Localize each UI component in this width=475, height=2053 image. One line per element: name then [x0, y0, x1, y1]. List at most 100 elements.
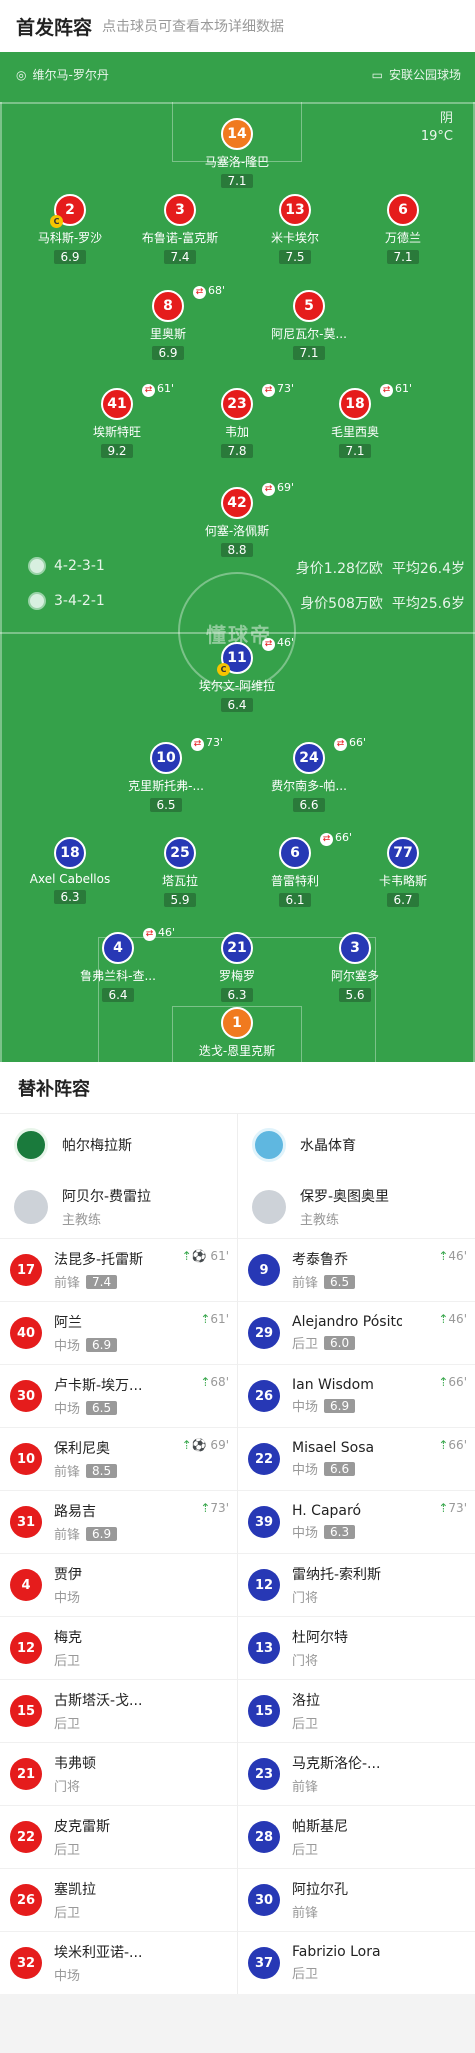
player-name: 卡韦略斯 [378, 874, 427, 888]
sub-name: 塞凯拉 [54, 1882, 96, 1898]
sub-name: 法昆多-托雷斯 [54, 1252, 144, 1268]
player-away-5[interactable]: 6 ⇄ 66' 普雷特利 6.1 [240, 831, 352, 908]
sub-player-row[interactable]: 4 贾伊 中场 [0, 1553, 237, 1616]
player-name: 阿尔塞多 [330, 969, 379, 983]
player-away-7[interactable]: 4 ⇄ 46' 鲁弗兰科-查... 6.4 [63, 926, 175, 1003]
home-coach: 阿贝尔-费雷拉 [62, 1189, 152, 1205]
player-away-1[interactable]: 10 ⇄ 73' 克里斯托弗-... 6.5 [111, 736, 223, 813]
sub-player-row[interactable]: 37 Fabrizio Lora 后卫 [238, 1931, 475, 1994]
away-value-row: 身价508万欧 平均25.6岁 [300, 593, 465, 613]
sub-player-row[interactable]: 40 阿兰 中场 6.9 ⇡61' [0, 1301, 237, 1364]
player-home-7[interactable]: 41 ⇄ 61' 埃斯特旺 9.2 [62, 382, 174, 459]
home-coach-info: ◎ 维尔马-罗尔丹 [16, 66, 109, 83]
sub-player-row[interactable]: 30 阿拉尔孔 前锋 [238, 1868, 475, 1931]
stadium-info: ▭ 安联公园球场 [372, 66, 461, 83]
player-home-5[interactable]: 8 ⇄ 68' 里奥斯 6.9 [113, 284, 225, 361]
sub-out-icon: ⇄ [380, 384, 393, 397]
sub-player-row[interactable]: 31 路易吉 前锋 6.9 ⇡73' [0, 1490, 237, 1553]
sub-rating: 6.5 [86, 1400, 118, 1415]
away-coach-row[interactable]: 保罗-奥图奥里 主教练 [238, 1176, 475, 1238]
sub-player-row[interactable]: 12 梅克 后卫 [0, 1616, 237, 1679]
sub-player-row[interactable]: 29 Alejandro Pósito 后卫 6.0 ⇡46' [238, 1301, 475, 1364]
sub-number-badge: 40 [10, 1317, 42, 1349]
player-name: 韦加 [224, 425, 249, 439]
player-rating: 8.8 [221, 543, 253, 557]
substitution-marker: ⇄ 73' [191, 736, 223, 751]
home-team-row[interactable]: 帕尔梅拉斯 [0, 1114, 237, 1176]
sub-number-badge: 15 [248, 1695, 280, 1727]
sub-event: ⇡61' [200, 1312, 229, 1326]
player-home-9[interactable]: 18 ⇄ 61' 毛里西奥 7.1 [300, 382, 412, 459]
sub-in-minute: 73' [210, 1501, 229, 1515]
substitution-marker: ⇄ 46' [143, 926, 175, 941]
player-away-2[interactable]: 24 ⇄ 66' 费尔南多-帕... 6.6 [254, 736, 366, 813]
sub-player-row[interactable]: 23 马克斯洛伦-... 前锋 [238, 1742, 475, 1805]
sub-position: 后卫 [54, 1843, 81, 1858]
sub-player-row[interactable]: 30 卢卡斯-埃万... 中场 6.5 ⇡68' [0, 1364, 237, 1427]
sub-rating: 6.5 [324, 1274, 356, 1289]
player-home-3[interactable]: 13 米卡埃尔 7.5 [240, 194, 350, 265]
sub-player-row[interactable]: 12 雷纳托-索利斯 门将 [238, 1553, 475, 1616]
player-number-badge: 25 [164, 837, 196, 869]
away-coach: 保罗-奥图奥里 [300, 1189, 390, 1205]
sub-player-row[interactable]: 26 塞凯拉 后卫 [0, 1868, 237, 1931]
sub-number-badge: 10 [10, 1443, 42, 1475]
sub-in-minute: ⚽ 61' [191, 1249, 229, 1263]
player-away-4[interactable]: 25 塔瓦拉 5.9 [125, 837, 235, 908]
sub-player-row[interactable]: 9 考泰鲁乔 前锋 6.5 ⇡46' [238, 1238, 475, 1301]
player-home-1[interactable]: 2 C 马科斯-罗沙 6.9 [15, 194, 125, 265]
player-number-badge: 1 [221, 1007, 253, 1039]
sub-player-row[interactable]: 15 洛拉 后卫 [238, 1679, 475, 1742]
sub-position: 前锋 [292, 1906, 319, 1921]
player-home-2[interactable]: 3 布鲁诺-富克斯 7.4 [125, 194, 235, 265]
away-team-row[interactable]: 水晶体育 [238, 1114, 475, 1176]
sub-out-icon: ⇄ [334, 738, 347, 751]
player-away-0[interactable]: 11 C ⇄ 46' 埃尔文-阿维拉 6.4 [182, 636, 294, 713]
player-name: 何塞-洛佩斯 [204, 524, 270, 538]
sub-player-row[interactable]: 22 皮克雷斯 后卫 [0, 1805, 237, 1868]
coach-avatar [252, 1190, 286, 1224]
sub-player-row[interactable]: 15 古斯塔沃-戈... 后卫 [0, 1679, 237, 1742]
sub-player-row[interactable]: 28 帕斯基尼 后卫 [238, 1805, 475, 1868]
player-away-10[interactable]: 1迭戈-恩里克斯7.0 [182, 1007, 292, 1062]
player-rating: 7.1 [293, 346, 325, 360]
substitution-marker: ⇄ 73' [262, 382, 294, 397]
player-number-badge: 14 [221, 118, 253, 150]
away-team-icon [28, 592, 46, 610]
sub-in-icon: ⇡ [438, 1249, 449, 1263]
lineup-header: 首发阵容 点击球员可查看本场详细数据 [0, 0, 475, 52]
sub-player-row[interactable]: 10 保利尼奥 前锋 8.5 ⇡⚽ 69' [0, 1427, 237, 1490]
pitch: 懂球帝 ◎ 维尔马-罗尔丹 ▭ 安联公园球场 阴 19°C 4-2-3-1 身价… [0, 52, 475, 1062]
home-coach-row[interactable]: 阿贝尔-费雷拉 主教练 [0, 1176, 237, 1238]
sub-player-row[interactable]: 13 杜阿尔特 门将 [238, 1616, 475, 1679]
sub-player-row[interactable]: 21 韦弗顿 门将 [0, 1742, 237, 1805]
player-away-3[interactable]: 18 Axel Cabellos 6.3 [15, 837, 125, 905]
player-home-4[interactable]: 6 万德兰 7.1 [348, 194, 458, 265]
player-away-8[interactable]: 21 罗梅罗 6.3 [182, 932, 292, 1003]
player-away-9[interactable]: 3 阿尔塞多 5.6 [300, 932, 410, 1003]
substitution-marker: ⇄ 61' [380, 382, 412, 397]
player-number-badge: 18 [339, 388, 371, 420]
player-home-10[interactable]: 42 ⇄ 69' 何塞-洛佩斯 8.8 [182, 481, 294, 558]
sub-player-row[interactable]: 17 法昆多-托雷斯 前锋 7.4 ⇡⚽ 61' [0, 1238, 237, 1301]
sub-player-row[interactable]: 39 H. Caparó 中场 6.3 ⇡73' [238, 1490, 475, 1553]
sub-rating: 7.4 [86, 1274, 118, 1289]
sub-number-badge: 26 [10, 1884, 42, 1916]
player-away-6[interactable]: 77 卡韦略斯 6.7 [348, 837, 458, 908]
player-home-6[interactable]: 5 阿尼瓦尔-莫... 7.1 [254, 290, 364, 361]
player-home-0[interactable]: 14 马塞洛-隆巴 7.1 [182, 118, 292, 189]
sub-rating: 6.9 [324, 1398, 356, 1413]
sub-player-row[interactable]: 22 Misael Sosa 中场 6.6 ⇡66' [238, 1427, 475, 1490]
sub-name: 路易吉 [54, 1504, 96, 1520]
player-name: 米卡埃尔 [270, 231, 319, 245]
sub-number-badge: 23 [248, 1758, 280, 1790]
palmeiras-logo-icon [14, 1128, 48, 1162]
player-home-8[interactable]: 23 ⇄ 73' 韦加 7.8 [182, 382, 294, 459]
player-number-badge: 23 [221, 388, 253, 420]
left-line [0, 102, 2, 1062]
sub-position: 中场 [54, 1591, 81, 1606]
weather-text: 阴 [439, 111, 453, 126]
sub-player-row[interactable]: 32 埃米利亚诺-... 中场 [0, 1931, 237, 1994]
sub-player-row[interactable]: 26 Ian Wisdom 中场 6.9 ⇡66' [238, 1364, 475, 1427]
sub-rating: 6.3 [324, 1524, 356, 1539]
